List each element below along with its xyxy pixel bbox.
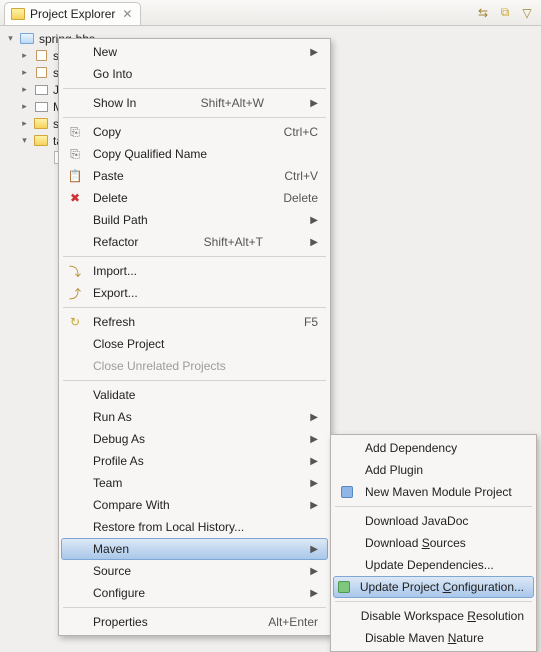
view-toolbar: ⇆ ⧉ ▽ bbox=[475, 5, 541, 21]
separator bbox=[63, 307, 326, 308]
menu-item-import[interactable]: ⤵Import... bbox=[61, 260, 328, 282]
menu-item-update-project-configuration[interactable]: Update Project Configuration... bbox=[333, 576, 534, 598]
submenu-arrow-icon: ▶ bbox=[304, 237, 318, 248]
separator bbox=[335, 601, 532, 602]
menu-item-close-project[interactable]: Close Project bbox=[61, 333, 328, 355]
menu-item-run-as[interactable]: Run As▶ bbox=[61, 406, 328, 428]
submenu-arrow-icon: ▶ bbox=[286, 566, 318, 577]
menu-item-paste[interactable]: 📋PasteCtrl+V bbox=[61, 165, 328, 187]
context-menu-main: New▶ Go Into Show InShift+Alt+W▶ ⎘CopyCt… bbox=[58, 38, 331, 636]
context-menu-maven: Add Dependency Add Plugin New Maven Modu… bbox=[330, 434, 537, 652]
menu-item-close-unrelated: Close Unrelated Projects bbox=[61, 355, 328, 377]
project-explorer-tab[interactable]: Project Explorer ✕ bbox=[4, 2, 141, 26]
expander-icon[interactable]: ▸ bbox=[20, 85, 29, 94]
expander-icon[interactable]: ▸ bbox=[20, 119, 29, 128]
menu-item-copy-qualified-name[interactable]: ⎘Copy Qualified Name bbox=[61, 143, 328, 165]
menu-item-team[interactable]: Team▶ bbox=[61, 472, 328, 494]
submenu-arrow-icon: ▶ bbox=[286, 478, 318, 489]
menu-item-source[interactable]: Source▶ bbox=[61, 560, 328, 582]
folder-icon bbox=[33, 117, 49, 131]
folder-icon bbox=[33, 134, 49, 148]
submenu-arrow-icon: ▶ bbox=[286, 412, 318, 423]
menu-item-go-into[interactable]: Go Into bbox=[61, 63, 328, 85]
expander-icon[interactable]: ▾ bbox=[6, 34, 15, 43]
submenu-arrow-icon: ▶ bbox=[286, 500, 318, 511]
folder-icon bbox=[11, 8, 25, 20]
menu-item-export[interactable]: ⤴Export... bbox=[61, 282, 328, 304]
menu-item-disable-workspace-resolution[interactable]: Disable Workspace Resolution bbox=[333, 605, 534, 627]
jre-library-icon bbox=[33, 83, 49, 97]
separator bbox=[63, 607, 326, 608]
menu-item-debug-as[interactable]: Debug As▶ bbox=[61, 428, 328, 450]
submenu-arrow-icon: ▶ bbox=[286, 544, 318, 555]
menu-item-refresh[interactable]: ↻RefreshF5 bbox=[61, 311, 328, 333]
copy-icon: ⎘ bbox=[65, 124, 85, 140]
spacer bbox=[38, 153, 47, 162]
menu-item-copy[interactable]: ⎘CopyCtrl+C bbox=[61, 121, 328, 143]
refresh-icon: ↻ bbox=[65, 314, 85, 330]
copy-icon: ⎘ bbox=[65, 146, 85, 162]
menu-item-download-javadoc[interactable]: Download JavaDoc bbox=[333, 510, 534, 532]
menu-item-download-sources[interactable]: Download Sources bbox=[333, 532, 534, 554]
tab-title: Project Explorer bbox=[30, 7, 115, 21]
delete-icon: ✖ bbox=[65, 190, 85, 206]
collapse-all-icon[interactable]: ⧉ bbox=[497, 5, 513, 21]
submenu-arrow-icon: ▶ bbox=[286, 215, 318, 226]
package-folder-icon bbox=[33, 49, 49, 63]
package-folder-icon bbox=[33, 66, 49, 80]
update-config-icon bbox=[337, 579, 352, 595]
submenu-arrow-icon: ▶ bbox=[286, 47, 318, 58]
link-with-editor-icon[interactable]: ⇆ bbox=[475, 5, 491, 21]
menu-item-update-dependencies[interactable]: Update Dependencies... bbox=[333, 554, 534, 576]
menu-item-delete[interactable]: ✖DeleteDelete bbox=[61, 187, 328, 209]
menu-item-refactor[interactable]: RefactorShift+Alt+T▶ bbox=[61, 231, 328, 253]
menu-item-add-plugin[interactable]: Add Plugin bbox=[333, 459, 534, 481]
menu-item-build-path[interactable]: Build Path▶ bbox=[61, 209, 328, 231]
menu-item-new[interactable]: New▶ bbox=[61, 41, 328, 63]
expander-icon[interactable]: ▾ bbox=[20, 136, 29, 145]
paste-icon: 📋 bbox=[65, 168, 85, 184]
menu-item-profile-as[interactable]: Profile As▶ bbox=[61, 450, 328, 472]
expander-icon[interactable]: ▸ bbox=[20, 51, 29, 60]
jre-library-icon bbox=[33, 100, 49, 114]
menu-item-disable-maven-nature[interactable]: Disable Maven Nature bbox=[333, 627, 534, 649]
separator bbox=[63, 88, 326, 89]
submenu-arrow-icon: ▶ bbox=[304, 98, 318, 109]
menu-item-show-in[interactable]: Show InShift+Alt+W▶ bbox=[61, 92, 328, 114]
menu-item-restore-history[interactable]: Restore from Local History... bbox=[61, 516, 328, 538]
view-tabbar: Project Explorer ✕ ⇆ ⧉ ▽ bbox=[0, 0, 541, 26]
expander-icon[interactable]: ▸ bbox=[20, 102, 29, 111]
submenu-arrow-icon: ▶ bbox=[286, 588, 318, 599]
close-icon[interactable]: ✕ bbox=[122, 7, 132, 21]
separator bbox=[335, 506, 532, 507]
import-icon: ⤵ bbox=[65, 263, 85, 279]
submenu-arrow-icon: ▶ bbox=[286, 434, 318, 445]
export-icon: ⤴ bbox=[65, 285, 85, 301]
separator bbox=[63, 380, 326, 381]
menu-item-configure[interactable]: Configure▶ bbox=[61, 582, 328, 604]
expander-icon[interactable]: ▸ bbox=[20, 68, 29, 77]
menu-item-new-maven-module[interactable]: New Maven Module Project bbox=[333, 481, 534, 503]
menu-item-maven[interactable]: Maven▶ bbox=[61, 538, 328, 560]
blank-icon bbox=[65, 44, 85, 60]
menu-item-add-dependency[interactable]: Add Dependency bbox=[333, 437, 534, 459]
project-icon bbox=[19, 32, 35, 46]
maven-module-icon bbox=[337, 484, 357, 500]
separator bbox=[63, 256, 326, 257]
menu-item-compare-with[interactable]: Compare With▶ bbox=[61, 494, 328, 516]
menu-item-validate[interactable]: Validate bbox=[61, 384, 328, 406]
menu-item-properties[interactable]: PropertiesAlt+Enter bbox=[61, 611, 328, 633]
view-menu-icon[interactable]: ▽ bbox=[519, 5, 535, 21]
submenu-arrow-icon: ▶ bbox=[286, 456, 318, 467]
separator bbox=[63, 117, 326, 118]
